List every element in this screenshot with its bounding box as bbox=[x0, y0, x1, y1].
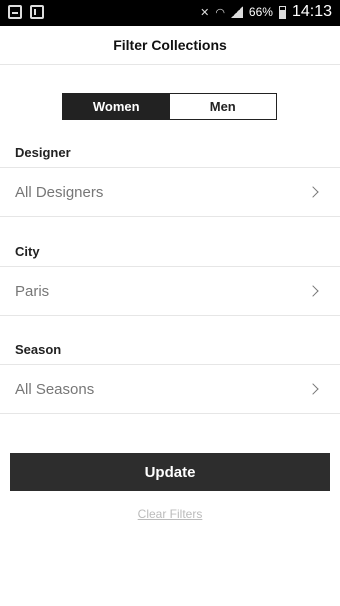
city-value: Paris bbox=[15, 282, 50, 300]
chevron-right-icon bbox=[307, 285, 319, 297]
signal-icon bbox=[230, 6, 243, 18]
designer-filter-row[interactable]: All Designers bbox=[0, 167, 340, 217]
tab-women[interactable]: Women bbox=[63, 94, 170, 119]
mute-icon: ✕ bbox=[200, 6, 210, 19]
status-bar: ✕ ◠ 66% 14:13 bbox=[0, 0, 340, 26]
wifi-icon: ◠ bbox=[215, 6, 225, 19]
update-button[interactable]: Update bbox=[10, 453, 330, 491]
tab-men[interactable]: Men bbox=[169, 94, 276, 119]
clock: 14:13 bbox=[291, 3, 332, 20]
season-filter-row[interactable]: All Seasons bbox=[0, 364, 340, 414]
season-value: All Seasons bbox=[15, 380, 95, 398]
battery-icon bbox=[278, 5, 286, 19]
page-title: Filter Collections bbox=[113, 37, 227, 53]
header: Filter Collections bbox=[0, 26, 340, 65]
document-icon bbox=[30, 5, 44, 19]
chevron-right-icon bbox=[307, 186, 319, 198]
battery-percent: 66% bbox=[248, 5, 273, 19]
chevron-right-icon bbox=[307, 383, 319, 395]
clear-filters-link[interactable]: Clear Filters bbox=[0, 507, 340, 521]
designer-section-label: Designer bbox=[15, 145, 71, 160]
city-filter-row[interactable]: Paris bbox=[0, 266, 340, 316]
city-section-label: City bbox=[15, 244, 40, 259]
status-left bbox=[8, 5, 44, 19]
designer-value: All Designers bbox=[15, 183, 104, 201]
season-section-label: Season bbox=[15, 342, 62, 357]
gender-toggle: Women Men bbox=[62, 93, 277, 120]
gallery-icon bbox=[8, 5, 22, 19]
status-right: ✕ ◠ 66% 14:13 bbox=[200, 3, 332, 21]
